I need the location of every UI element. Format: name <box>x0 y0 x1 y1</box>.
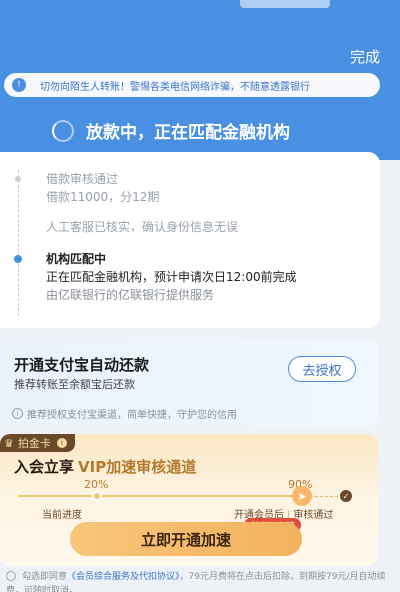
status-fragment <box>240 0 330 8</box>
progress-knob <box>92 491 102 501</box>
loan-status-text: 放款中，正在匹配金融机构 <box>86 123 290 143</box>
alipay-subtitle: 推荐转账至余额宝后还款 <box>14 378 135 391</box>
spinner-icon <box>52 119 74 142</box>
bell-icon: ! <box>12 78 26 92</box>
vip-title: 入会立享 VIP加速审核通道 <box>14 456 196 477</box>
stage-done: 审核通过 <box>293 510 334 521</box>
alipay-note: i 推荐授权支付宝渠道，简单快捷，守护您的信用 <box>12 406 237 421</box>
done-button[interactable]: 完成 <box>350 46 380 67</box>
timeline-dot <box>15 176 21 182</box>
current-percent: 20% <box>84 478 109 491</box>
step-verified: 人工客服已核实，确认身份信息无误 <box>46 218 238 236</box>
agreement-prefix: 勾选即同意 <box>22 572 68 582</box>
step-title: 借款审核通过 <box>46 172 119 186</box>
rocket-icon: ➤ <box>292 486 312 506</box>
authorize-button[interactable]: 去授权 <box>288 356 356 382</box>
loan-status: 放款中，正在匹配金融机构 <box>52 118 290 143</box>
vip-badge-label: 拍金卡 <box>17 437 51 450</box>
progress-fill <box>18 495 300 497</box>
fraud-warning-bar: ! 切勿向陌生人转账！警惕各类电信网络诈骗，不随意透露银行 <box>4 73 380 97</box>
step-detail: 借款11000，分12期 <box>46 190 160 204</box>
fraud-warning-text: 切勿向陌生人转账！警惕各类电信网络诈骗，不随意透露银行 <box>40 81 310 93</box>
info-icon[interactable]: i <box>56 438 67 448</box>
info-icon: i <box>12 408 23 419</box>
vip-title-prefix: 入会立享 <box>14 458 75 476</box>
timeline-line <box>18 170 19 316</box>
agreement-link[interactable]: 《会员综合服务及代扣协议》 <box>67 572 180 582</box>
header: 完成 ! 切勿向陌生人转账！警惕各类电信网络诈骗，不随意透露银行 放款中，正在匹… <box>0 0 400 160</box>
progress-card: 借款审核通过 借款11000，分12期 人工客服已核实，确认身份信息无误 机构匹… <box>0 152 380 328</box>
alipay-note-text: 推荐授权支付宝渠道，简单快捷，守护您的信用 <box>27 410 237 421</box>
step-detail: 正在匹配金融机构，预计申请次日12:00前完成 <box>46 270 297 284</box>
vip-card: ♛ 拍金卡 i 入会立享 VIP加速审核通道 20% 90% ➤ ✓ 当前进度 开… <box>0 434 378 566</box>
agreement: 勾选即同意《会员综合服务及代扣协议》，79元月费将在点击后扣除，到期按79元/月… <box>6 570 398 592</box>
timeline-dot-active <box>14 255 22 263</box>
step-matching: 机构匹配中 正在匹配金融机构，预计申请次日12:00前完成 由亿联银行的亿联银行… <box>46 250 297 304</box>
step-provider: 由亿联银行的亿联银行提供服务 <box>46 288 215 302</box>
stage-current: 当前进度 <box>42 510 82 521</box>
step-approved: 借款审核通过 借款11000，分12期 <box>46 170 159 206</box>
alipay-title: 开通支付宝自动还款 <box>14 356 150 374</box>
open-acceleration-button[interactable]: 立即开通加速 <box>70 522 302 556</box>
agree-checkbox[interactable] <box>6 571 16 581</box>
vip-title-accent: VIP加速审核通道 <box>78 458 197 476</box>
step-title: 机构匹配中 <box>46 252 107 266</box>
vip-badge: ♛ 拍金卡 i <box>0 434 75 452</box>
crown-icon: ♛ <box>4 436 14 450</box>
check-icon: ✓ <box>340 490 352 502</box>
step-title: 人工客服已核实，确认身份信息无误 <box>46 220 239 234</box>
